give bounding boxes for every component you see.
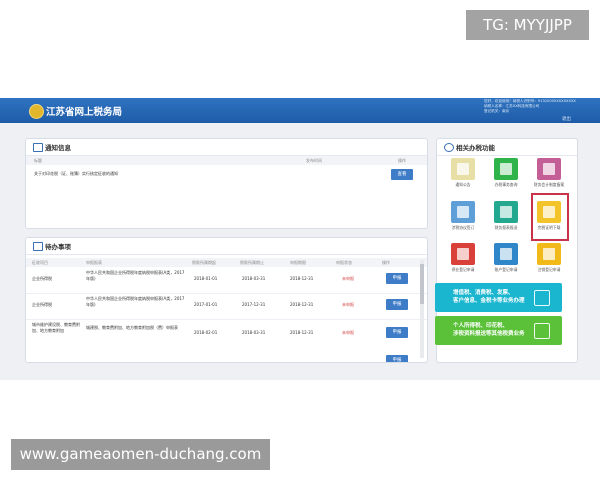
banner-line: 客户信息、金税卡等业务办理 — [453, 298, 525, 304]
status-cell: 未申报 — [342, 330, 354, 335]
report-icon — [494, 201, 518, 223]
notice-table-header: 标题 发布时间 操作 — [26, 156, 427, 165]
tile-label: 办税事务查询 — [494, 182, 518, 187]
invoice-icon — [534, 290, 550, 306]
banner-text: 增值税、消费税、发票、 客户信息、金税卡等业务办理 — [453, 289, 525, 305]
deadline-cell: 2018-12-31 — [290, 302, 314, 307]
deadline-cell: 2018-12-31 — [290, 330, 314, 335]
notice-panel-header: 通知信息 — [26, 139, 427, 156]
column-header: 征收项目 — [32, 260, 48, 265]
personal-tax-banner[interactable]: 个人所得税、印花税、 涉税资料报送等其他税费业务 — [435, 316, 562, 345]
report-cell: 城建税、教育费附加、地方教育附加税（费）申报表 — [86, 325, 178, 330]
column-header: 申报报表 — [86, 260, 102, 265]
vat-business-banner[interactable]: 增值税、消费税、发票、 客户信息、金税卡等业务办理 — [435, 283, 562, 312]
exit-link[interactable]: 退出 — [562, 116, 571, 122]
site-title: 江苏省网上税务局 — [46, 107, 123, 118]
declare-button[interactable]: 申报 — [386, 327, 408, 338]
column-header: 申报状态 — [336, 260, 352, 265]
notice-item-text[interactable]: 关于对印花税（证、账簿）实行核定征收的通知 — [34, 171, 118, 177]
column-header: 标题 — [34, 158, 42, 163]
message-icon — [33, 143, 43, 152]
account-icon — [494, 243, 518, 265]
todo-panel: 待办事项 征收项目 申报报表 税款所属期起 税款所属期止 申报期限 申报状态 操… — [25, 237, 428, 363]
declare-button[interactable]: 申报 — [386, 273, 408, 284]
watermark-bottom: www.gameaomen-duchang.com — [11, 439, 270, 470]
status-cell: 未申报 — [342, 276, 354, 281]
tile-label: 通知公告 — [455, 182, 471, 187]
finance-icon — [537, 158, 561, 180]
period-end-cell: 2018-03-31 — [242, 276, 266, 281]
column-header: 操作 — [398, 158, 406, 163]
column-header: 申报期限 — [290, 260, 306, 265]
tile-label: 涉税协议签订 — [451, 225, 475, 230]
tile-label: 账户登记申请 — [494, 267, 518, 272]
tile-label: 财务报表报送 — [494, 225, 518, 230]
declare-button[interactable]: 申报 — [386, 299, 408, 310]
column-header: 发布时间 — [306, 158, 322, 163]
watermark-top: TG: MYYJJPP — [466, 10, 589, 40]
tax-emblem-icon — [29, 104, 44, 119]
table-row: 城市维护建设税、教育费附加、地方教育附加 城建税、教育费附加、地方教育附加税（费… — [26, 320, 419, 350]
todo-panel-title: 待办事项 — [45, 243, 71, 251]
tile-label: 注销登记申请 — [537, 267, 561, 272]
scrollbar-thumb[interactable] — [420, 264, 424, 304]
notice-panel-title: 通知信息 — [45, 144, 71, 152]
tile-label: 停业登记申请 — [451, 267, 475, 272]
report-cell: 中华人民共和国企业所得税年度纳税申报表(A类，2017年版) — [86, 270, 185, 281]
functions-panel-header: 相关办税功能 — [437, 139, 577, 156]
personal-tax-icon — [534, 323, 550, 339]
tile-label: 财务会计制度备案 — [533, 182, 565, 187]
agreement-icon — [451, 201, 475, 223]
deadline-cell: 2018-12-31 — [290, 276, 314, 281]
highlight-box — [531, 193, 569, 241]
period-start-cell: 2018-01-01 — [194, 276, 218, 281]
functions-panel-title: 相关办税功能 — [456, 144, 495, 152]
status-cell: 未申报 — [342, 302, 354, 307]
tax-item-cell: 城市维护建设税、教育费附加、地方教育附加 — [32, 322, 80, 333]
gear-icon — [444, 143, 454, 152]
view-notice-button[interactable]: 查看 — [391, 169, 413, 180]
column-header: 操作 — [382, 260, 390, 265]
banner-line: 涉税资料报送等其他税费业务 — [453, 331, 525, 337]
suspend-icon — [451, 243, 475, 265]
user-info-line: 登记机关：南京 — [484, 109, 510, 114]
table-row: 申报 — [26, 352, 419, 362]
period-start-cell: 2017-01-01 — [194, 302, 218, 307]
cancel-icon — [537, 243, 561, 265]
todo-panel-header: 待办事项 — [26, 238, 427, 255]
table-row: 企业所得税 中华人民共和国企业所得税年度纳税申报表(A类，2017年版) 201… — [26, 268, 419, 292]
tax-portal-window: 江苏省网上税务局 您好，欢迎使用！纳税人识别号：91320000XXXXXXXX… — [0, 98, 600, 380]
query-icon — [494, 158, 518, 180]
banner-text: 个人所得税、印花税、 涉税资料报送等其他税费业务 — [453, 322, 525, 338]
notice-panel: 通知信息 标题 发布时间 操作 关于对印花税（证、账簿）实行核定征收的通知 查看 — [25, 138, 428, 229]
period-end-cell: 2017-12-31 — [242, 302, 266, 307]
bulletin-icon — [451, 158, 475, 180]
report-cell: 中华人民共和国企业所得税年度纳税申报表(A类，2017年版) — [86, 296, 185, 307]
banner-line: 增值税、消费税、发票、 — [453, 290, 514, 296]
column-header: 税款所属期起 — [192, 260, 216, 265]
table-row: 企业所得税 中华人民共和国企业所得税年度纳税申报表(A类，2017年版) 201… — [26, 294, 419, 318]
period-end-cell: 2018-03-31 — [242, 330, 266, 335]
tax-item-cell: 企业所得税 — [32, 302, 52, 307]
tax-item-cell: 企业所得税 — [32, 276, 52, 281]
declare-button[interactable]: 申报 — [386, 355, 408, 362]
user-info: 您好，欢迎使用！纳税人识别号：91320000XXXXXXXX 纳税人名称：江苏… — [484, 99, 594, 115]
todo-table-header: 征收项目 申报报表 税款所属期起 税款所属期止 申报期限 申报状态 操作 — [26, 258, 427, 267]
column-header: 税款所属期止 — [240, 260, 264, 265]
banner-line: 个人所得税、印花税、 — [453, 323, 509, 329]
period-start-cell: 2018-02-01 — [194, 330, 218, 335]
todo-scrollbar[interactable] — [420, 260, 424, 358]
site-header: 江苏省网上税务局 您好，欢迎使用！纳税人识别号：91320000XXXXXXXX… — [0, 98, 600, 123]
list-icon — [33, 242, 43, 251]
